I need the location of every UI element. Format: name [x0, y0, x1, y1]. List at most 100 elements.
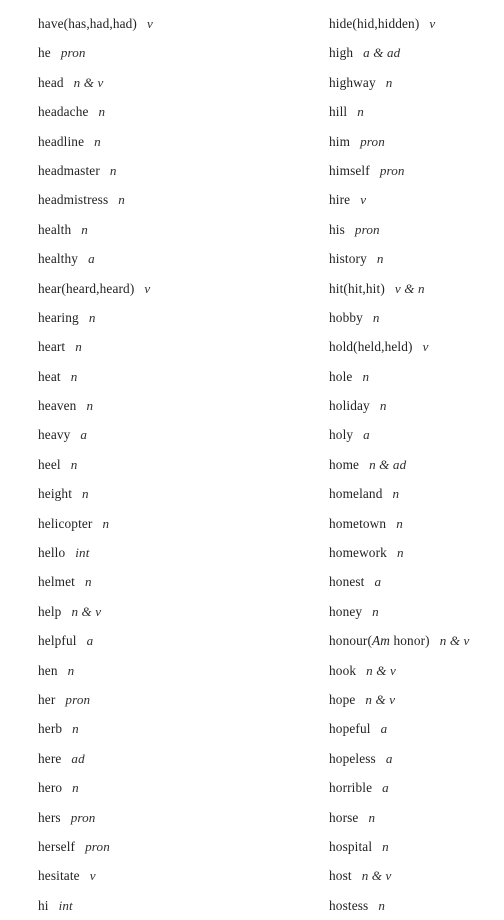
entry-headword: honour(Am honor) — [329, 633, 430, 648]
vocabulary-entry: himself pron — [329, 156, 504, 185]
entry-part-of-speech: v — [89, 868, 96, 884]
entry-headword: hostess — [329, 897, 369, 913]
entry-headword: headmaster — [38, 162, 100, 178]
entry-headword: horse — [329, 809, 359, 825]
entry-part-of-speech: n — [88, 309, 96, 325]
entry-part-of-speech: int — [75, 545, 90, 561]
entry-headword: height — [38, 486, 73, 502]
entry-headword: hearing — [38, 309, 79, 325]
entry-headword: holiday — [329, 398, 370, 414]
entry-part-of-speech: a — [374, 574, 382, 590]
entry-headword: hope — [329, 691, 356, 707]
vocabulary-entry: headache n — [38, 97, 252, 126]
entry-part-of-speech: v — [360, 192, 367, 208]
entry-part-of-speech: n — [102, 515, 110, 531]
entry-part-of-speech: a — [86, 633, 94, 649]
entry-headword: helicopter — [38, 515, 93, 531]
vocabulary-entry: have(has,had,had) v — [38, 9, 252, 38]
entry-part-of-speech: n & v — [439, 633, 470, 649]
entry-part-of-speech: a — [88, 251, 95, 267]
entry-part-of-speech: n — [109, 162, 117, 178]
vocabulary-entry: height n — [38, 479, 252, 508]
vocabulary-column-left: have(has,had,had) v he pron head n & v headach… — [0, 0, 252, 916]
vocabulary-entry: hospital n — [329, 832, 504, 861]
vocabulary-entry: hope n & v — [329, 685, 504, 714]
entry-headword: helpful — [38, 633, 77, 649]
vocabulary-entry: horse n — [329, 803, 504, 832]
entry-headword: highway — [329, 74, 376, 90]
entry-part-of-speech: pron — [70, 809, 96, 825]
entry-part-of-speech: n — [72, 721, 79, 737]
vocabulary-entry: hearing n — [38, 303, 252, 332]
entry-part-of-speech: v — [147, 16, 153, 31]
vocabulary-entry: hopeful a — [329, 714, 504, 743]
entry-part-of-speech: n — [81, 221, 88, 237]
entry-headword: herb — [38, 721, 63, 737]
entry-headword-italic-part: Am — [372, 633, 391, 649]
entry-headword: his — [329, 221, 345, 237]
vocabulary-entry: honest a — [329, 567, 504, 596]
vocabulary-entry: honey n — [329, 597, 504, 626]
entry-headword: high — [329, 45, 354, 61]
vocabulary-entry: headline n — [38, 127, 252, 156]
vocabulary-column-right: hide(hid,hidden) v high a & ad highway n hill n… — [252, 0, 504, 916]
vocabulary-entry: heaven n — [38, 391, 252, 420]
vocabulary-entry: homeland n — [329, 479, 504, 508]
entry-headword: heat — [38, 368, 61, 384]
vocabulary-entry: here ad — [38, 744, 252, 773]
entry-headword: hill — [329, 104, 348, 120]
entry-part-of-speech: n & v — [73, 74, 104, 90]
vocabulary-entry: head n & v — [38, 68, 252, 97]
vocabulary-entry: homework n — [329, 538, 504, 567]
vocabulary-entry: hire v — [329, 185, 504, 214]
entry-part-of-speech: a — [380, 721, 388, 737]
entry-part-of-speech: a — [385, 750, 393, 766]
entry-headword: heel — [38, 456, 61, 472]
entry-part-of-speech: n — [70, 368, 78, 384]
entry-part-of-speech: a — [80, 427, 88, 443]
vocabulary-entry: help n & v — [38, 597, 252, 626]
vocabulary-entry: helpful a — [38, 626, 252, 655]
entry-part-of-speech: n — [94, 133, 101, 149]
entry-part-of-speech: n & v — [365, 691, 396, 707]
entry-part-of-speech: n — [368, 809, 376, 825]
entry-part-of-speech: n — [72, 780, 79, 796]
entry-part-of-speech: n — [82, 486, 89, 502]
vocabulary-entry: hole n — [329, 362, 504, 391]
entry-headword: healthy — [38, 251, 79, 267]
entry-headword: here — [38, 750, 62, 766]
vocabulary-entry: health n — [38, 215, 252, 244]
entry-headword: hook — [329, 662, 357, 678]
entry-part-of-speech: a & ad — [363, 45, 401, 61]
entry-part-of-speech: n — [378, 897, 386, 913]
vocabulary-entry: horrible a — [329, 773, 504, 802]
entry-headword: homeland — [329, 486, 383, 502]
vocabulary-entry: hesitate v — [38, 861, 252, 890]
vocabulary-entry: home n & ad — [329, 450, 504, 479]
entry-headword: help — [38, 603, 62, 619]
entry-part-of-speech: v — [144, 280, 151, 296]
entry-headword: have(has,had,had) — [38, 16, 137, 31]
vocabulary-entry: holiday n — [329, 391, 504, 420]
entry-part-of-speech: n — [396, 515, 403, 531]
vocabulary-entry: her pron — [38, 685, 252, 714]
entry-part-of-speech: n — [357, 104, 364, 120]
entry-part-of-speech: n — [84, 574, 92, 590]
entry-part-of-speech: n — [376, 251, 384, 267]
entry-headword: hospital — [329, 838, 373, 854]
entry-headword: himself — [329, 162, 370, 178]
entry-part-of-speech: n — [372, 603, 379, 619]
entry-headword: hers — [38, 809, 61, 825]
entry-part-of-speech: a — [382, 780, 389, 796]
vocabulary-entry: heavy a — [38, 420, 252, 449]
entry-part-of-speech: n & ad — [369, 456, 407, 472]
vocabulary-entry: helicopter n — [38, 509, 252, 538]
entry-part-of-speech: pron — [85, 838, 110, 854]
vocabulary-list-page: have(has,had,had) v he pron head n & v headach… — [0, 0, 504, 916]
entry-headword: hole — [329, 368, 353, 384]
entry-headword: herself — [38, 838, 76, 854]
entry-headword: homework — [329, 545, 387, 561]
entry-headword: host — [329, 868, 352, 884]
two-column-layout: have(has,had,had) v he pron head n & v headach… — [0, 0, 504, 916]
vocabulary-entry: hear(heard,heard) v — [38, 274, 252, 303]
